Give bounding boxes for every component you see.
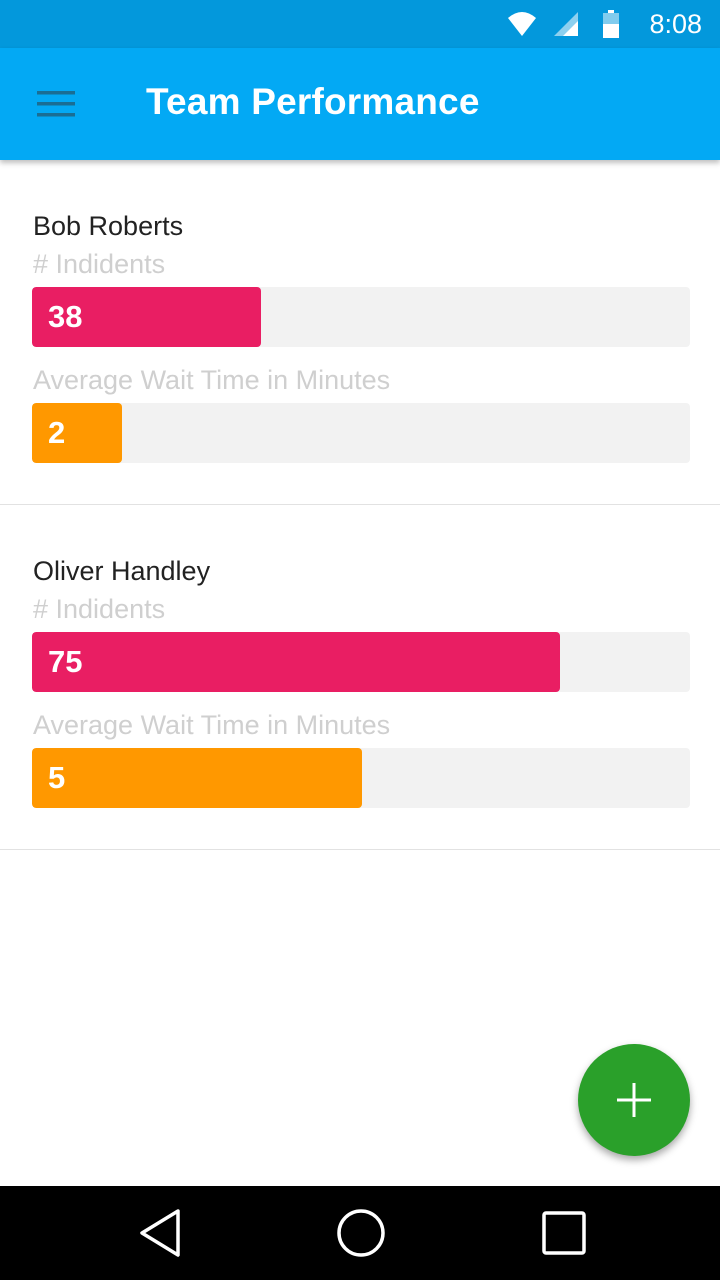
wait-time-bar: 5: [32, 748, 363, 808]
hamburger-menu-icon: [37, 91, 75, 117]
page-title: Team Performance: [146, 81, 480, 122]
member-card: Bob Roberts # Indidents 38 Average Wait …: [0, 160, 720, 505]
member-list: Bob Roberts # Indidents 38 Average Wait …: [0, 160, 720, 850]
incidents-bar: 75: [32, 632, 560, 692]
incidents-bar-track: 75: [32, 632, 690, 692]
home-button[interactable]: [301, 1186, 421, 1280]
wait-time-bar-track: 2: [32, 403, 690, 463]
incidents-label: # Indidents: [33, 594, 166, 624]
member-name: Bob Roberts: [33, 211, 184, 241]
add-button[interactable]: [578, 1044, 690, 1156]
menu-button[interactable]: [24, 80, 88, 128]
wait-time-bar: 2: [32, 403, 123, 463]
back-icon: [140, 1209, 180, 1257]
member-card: Oliver Handley # Indidents 75 Average Wa…: [0, 505, 720, 850]
battery-icon: [603, 10, 619, 38]
wait-time-label: Average Wait Time in Minutes: [33, 710, 391, 740]
incidents-label: # Indidents: [33, 249, 166, 279]
app-bar: Team Performance: [0, 48, 720, 160]
incidents-bar: 38: [32, 287, 261, 347]
wait-time-value: 2: [48, 415, 66, 450]
recents-icon: [542, 1211, 586, 1255]
system-nav-bar: [0, 1186, 720, 1280]
wait-time-value: 5: [48, 760, 66, 795]
plus-icon: [617, 1083, 651, 1117]
member-name: Oliver Handley: [33, 556, 211, 586]
incidents-bar-track: 38: [32, 287, 690, 347]
home-icon: [337, 1209, 385, 1257]
back-button[interactable]: [100, 1186, 220, 1280]
incidents-value: 75: [48, 644, 83, 679]
wait-time-bar-track: 5: [32, 748, 690, 808]
wait-time-label: Average Wait Time in Minutes: [33, 365, 391, 395]
incidents-value: 38: [48, 299, 83, 334]
wifi-icon: [508, 12, 536, 36]
cell-signal-icon: [554, 12, 578, 36]
status-bar: 8:08: [0, 0, 720, 48]
clock: 8:08: [649, 9, 702, 39]
recents-button[interactable]: [504, 1186, 624, 1280]
